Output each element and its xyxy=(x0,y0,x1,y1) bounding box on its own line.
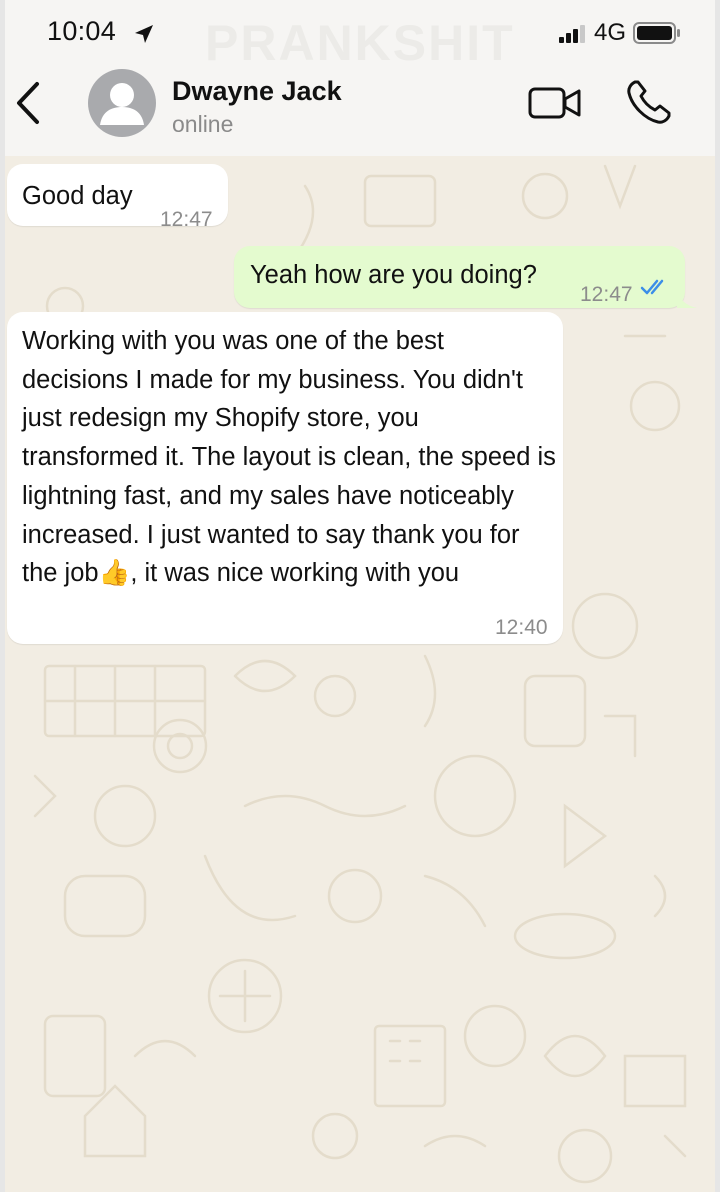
phone-frame: 10:04 PRANKSHIT 4G Dwayne Jack online Go… xyxy=(0,0,720,1192)
message-bubble-incoming[interactable]: Working with you was one of the best dec… xyxy=(7,312,563,644)
voice-call-button[interactable] xyxy=(625,78,673,126)
location-arrow-icon xyxy=(135,25,153,43)
chat-header: Dwayne Jack online xyxy=(5,66,715,156)
back-button[interactable] xyxy=(9,78,49,128)
video-call-button[interactable] xyxy=(528,82,582,124)
network-type: 4G xyxy=(594,19,627,46)
bubble-tail xyxy=(677,288,697,308)
message-text: Good day xyxy=(22,182,133,210)
message-bubble-outgoing[interactable]: Yeah how are you doing? 12:47 xyxy=(234,246,697,308)
status-time: 10:04 xyxy=(47,16,117,46)
contact-name[interactable]: Dwayne Jack xyxy=(172,76,342,107)
contact-status: online xyxy=(172,111,234,137)
message-text: Working with you was one of the best dec… xyxy=(22,327,556,588)
status-bar: 10:04 PRANKSHIT 4G xyxy=(5,0,715,71)
message-time: 12:40 xyxy=(495,616,548,639)
message-text: Yeah how are you doing? xyxy=(250,261,537,289)
default-avatar-icon xyxy=(100,83,144,125)
avatar[interactable] xyxy=(88,69,156,137)
watermark: PRANKSHIT xyxy=(205,15,515,71)
battery-icon xyxy=(633,22,680,44)
message-time: 12:47 xyxy=(580,283,633,306)
message-bubble-incoming[interactable]: Good day 12:47 xyxy=(7,164,228,231)
chat-area[interactable]: Good day 12:47 Yeah how are you doing? 1… xyxy=(5,156,715,1192)
signal-strength-icon xyxy=(559,25,585,43)
double-check-icon xyxy=(640,279,664,295)
message-time: 12:47 xyxy=(160,208,213,231)
